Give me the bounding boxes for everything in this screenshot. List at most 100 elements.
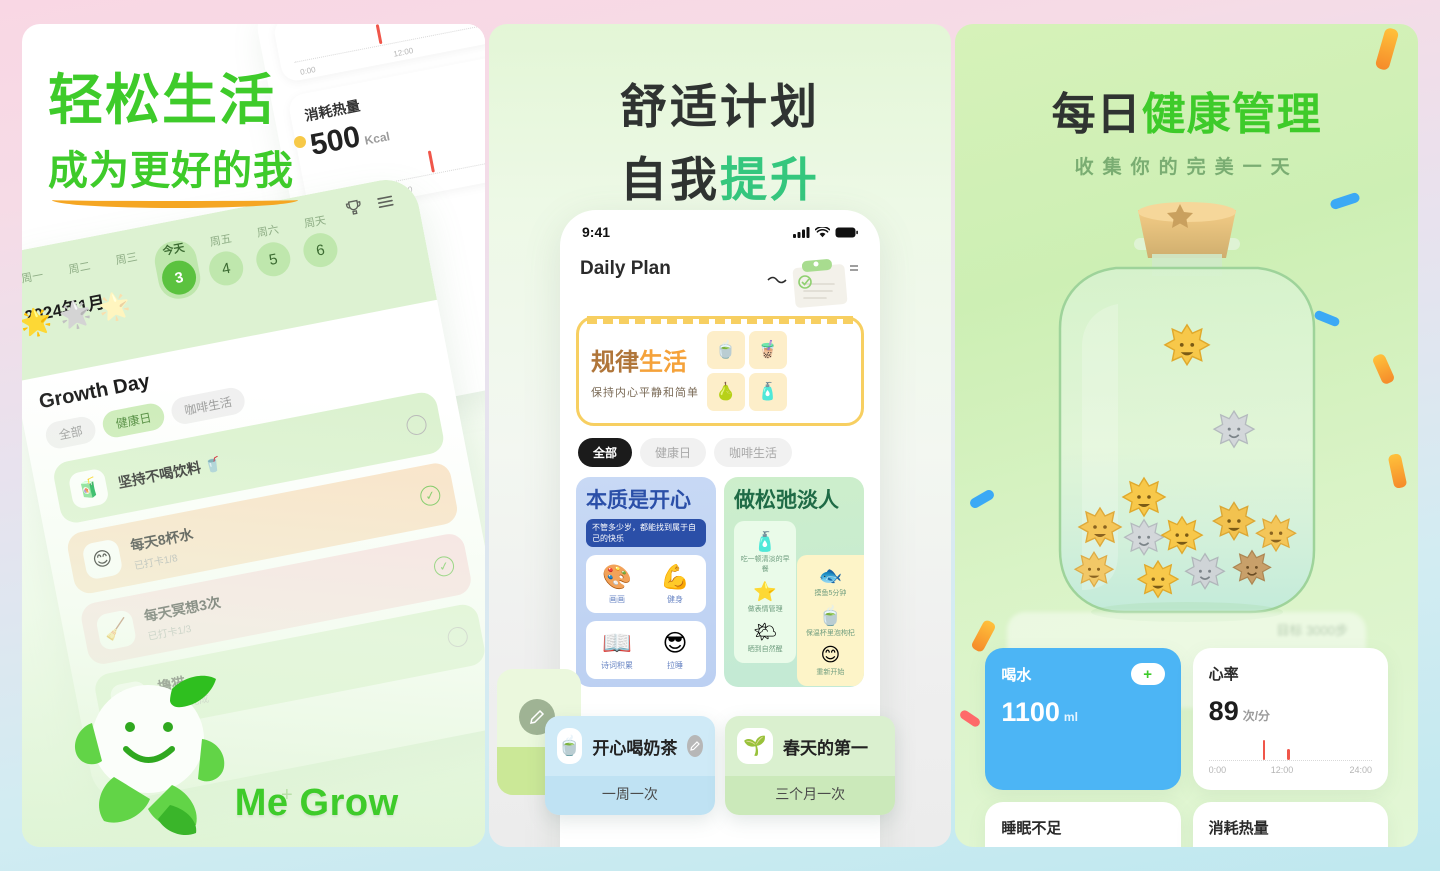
confetti [1374, 26, 1400, 72]
calorie-unit: Kcal [363, 129, 391, 148]
list-item: 🐟 摸鱼5分钟 [801, 561, 860, 601]
card-happiness[interactable]: 本质是开心 不管多少岁，都能找到属于自己的快乐 🎨 画画 💪 健身 📖 诗词积累 😎 拉… [576, 477, 716, 687]
metric-label: 心率 [1208, 666, 1239, 683]
task-checkbox[interactable] [446, 625, 470, 649]
chip-all[interactable]: 全部 [578, 438, 633, 467]
habit-frequency: 一周一次 [544, 776, 716, 815]
tick-label: 0:00 [299, 65, 317, 77]
calendar-day[interactable]: 周五 4 [199, 228, 251, 293]
chip-all[interactable]: 全部 [43, 414, 98, 451]
item-label: 做表情管理 [747, 606, 783, 614]
page-title: Daily Plan [580, 258, 671, 279]
panel2-headline: 舒适计划 自我提升 [489, 68, 952, 210]
sun-badge-bronze-icon: 🌟 [95, 288, 134, 325]
card-title: 本质是开心 [586, 489, 691, 512]
cell-label: 健身 [667, 595, 683, 605]
dot-decoration [294, 135, 306, 148]
panel2-title-line2: 自我提升 [489, 141, 952, 210]
app-logo: Me Grow [234, 782, 399, 824]
habit-name: 春天的第一 [783, 738, 869, 758]
wifi-icon [815, 226, 830, 237]
metric-label: 睡眠不足 [1001, 820, 1062, 837]
card-relax[interactable]: 做松弛淡人 🧴 吃一顿清淡的早餐 ⭐ 做表情管理 🌤 晒到自然醒 🐟 摸鱼5分钟 🍵 保温… [724, 477, 864, 687]
task-checkbox[interactable] [404, 413, 429, 437]
card-title: 做松弛淡人 [734, 489, 839, 512]
card-cell: 📖 诗词积累 [590, 629, 644, 671]
item-emoji-icon: ⭐ [753, 582, 778, 604]
battery-icon [835, 227, 858, 237]
cell-label: 拉睡 [667, 661, 683, 671]
metric-value: 89 [1208, 696, 1239, 726]
list-item: 🧴 吃一顿清淡的早餐 [738, 527, 792, 577]
metric-value: 1100 [1001, 697, 1060, 727]
edit-pencil-icon[interactable] [687, 735, 704, 757]
card-cell: 😎 拉睡 [648, 629, 702, 671]
health-metric-cards: 喝水 + 1100ml 心率 89次/分 0:00 12:00 24:00 [985, 648, 1389, 847]
panel3-headline: 每日健康管理 收集你的完美一天 [955, 78, 1418, 179]
tick-label: 24:00 [1349, 765, 1373, 775]
metric-card-water[interactable]: 喝水 + 1100 ml [985, 648, 1181, 790]
achievement-jar-illustration [1058, 202, 1315, 622]
card-subtitle: 不管多少岁，都能找到属于自己的快乐 [586, 519, 706, 548]
item-label: 晒到自然醒 [747, 646, 783, 654]
calorie-value: 500 [307, 120, 363, 162]
habit-name: 开心喝奶茶 [592, 738, 678, 758]
calendar-day[interactable]: 周天 6 [293, 210, 345, 275]
task-name: 坚持不喝饮料 🥤 [116, 455, 224, 491]
panel3-title-dark: 每日 [1051, 90, 1142, 139]
panel-daily-health: 每日健康管理 收集你的完美一天 目标 3000步 喝水 + 1100 ml 心率… [955, 24, 1419, 847]
list-item: 🌤 晒到自然醒 [738, 617, 792, 657]
banner-tile-icon: 🍵 [707, 331, 745, 369]
panel3-subtitle: 收集你的完美一天 [1074, 157, 1299, 178]
sun-badge-gold-icon: 🌟 [22, 303, 55, 340]
habit-frequency: 三个月一次 [725, 776, 896, 815]
banner-tile-icon: 🧴 [749, 373, 787, 411]
habit-icon: 🌱 [737, 728, 774, 764]
panel1-title: 轻松生活 [48, 69, 277, 131]
add-water-button[interactable]: + [1130, 663, 1165, 685]
notepad-illustration-icon [767, 259, 858, 308]
confetti [958, 708, 982, 729]
tick-label: 0:00 [1208, 765, 1227, 775]
item-label: 摸鱼5分钟 [814, 590, 847, 597]
item-emoji-icon: 🧴 [753, 532, 778, 554]
calendar-day-today[interactable]: 今天 3 [151, 237, 204, 303]
metric-card-heartrate[interactable]: 心率 89 次/分 0:00 12:00 24:00 [1192, 648, 1389, 790]
panel1-headline: 轻松生活 成为更好的我 [48, 69, 306, 208]
metric-card-calories[interactable]: 消耗热量 500Kcal [1192, 802, 1389, 847]
banner-title: 规律生活 [591, 342, 699, 377]
chip-health-day[interactable]: 健康日 [640, 438, 707, 467]
chip-coffee-life[interactable]: 咖啡生活 [714, 438, 793, 467]
calendar-day[interactable]: 周六 5 [246, 219, 298, 284]
item-label: 吃一顿清淡的早餐 [740, 556, 790, 574]
routine-banner[interactable]: 规律生活 保持内心平静和简单 🍵 🧋 🍐 🧴 [576, 316, 864, 426]
filter-chips: 全部 健康日 咖啡生活 [578, 438, 862, 467]
item-emoji-icon: 😊 [820, 645, 841, 666]
cell-label: 诗词积累 [601, 661, 633, 671]
metric-unit: ml [1063, 710, 1078, 724]
chip-health-day[interactable]: 健康日 [100, 401, 167, 440]
content-cards: 本质是开心 不管多少岁，都能找到属于自己的快乐 🎨 画画 💪 健身 📖 诗词积累 😎 拉… [576, 477, 864, 687]
banner-tiles: 🍵 🧋 🍐 🧴 [707, 331, 787, 411]
chip-coffee-life[interactable]: 咖啡生活 [169, 385, 248, 427]
confetti [1371, 352, 1396, 386]
metric-label: 消耗热量 [1208, 820, 1269, 837]
mascot-illustration [74, 675, 225, 836]
card-cell: 💪 健身 [648, 563, 702, 605]
habit-card-spring[interactable]: 🌱 春天的第一 三个月一次 [725, 716, 896, 815]
cell-emoji-icon: 😎 [662, 630, 688, 658]
task-icon: 😊 [81, 538, 124, 581]
blurred-goal-text: 目标 3000步 [1276, 623, 1349, 638]
metric-card-sleep[interactable]: 睡眠不足 6h23min 1月29日 [985, 802, 1181, 847]
task-checkbox[interactable]: ✓ [418, 483, 443, 508]
card-cell: 🎨 画画 [590, 563, 644, 605]
panel-easy-life: 0:00 12:00 消耗热量 500Kcal 0:00 [22, 24, 485, 847]
habit-icon: 🍵 [556, 728, 583, 764]
panel3-title-accent: 健康管理 [1141, 90, 1322, 139]
item-emoji-icon: 🐟 [818, 566, 843, 587]
habit-card-milktea[interactable]: 🍵 开心喝奶茶 一周一次 [544, 716, 716, 815]
status-bar: 9:41 [576, 210, 864, 244]
cell-emoji-icon: 💪 [660, 564, 690, 592]
task-checkbox[interactable]: ✓ [432, 554, 456, 579]
tick-label: 12:00 [1270, 765, 1294, 775]
